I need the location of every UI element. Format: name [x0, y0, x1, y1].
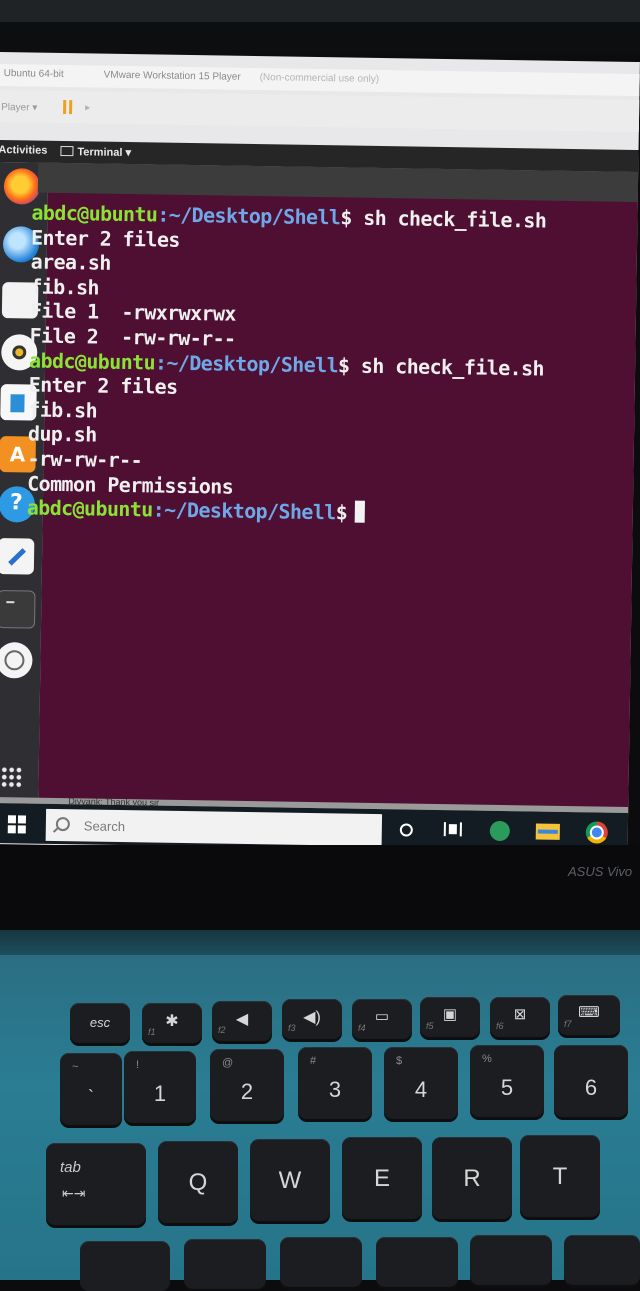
key-1[interactable]: ! 1	[124, 1051, 196, 1123]
vmware-toolbar: Player ▾ ▸	[0, 89, 640, 133]
terminal-menu-label: Terminal ▾	[77, 146, 132, 160]
backtick-key[interactable]: ~ `	[60, 1053, 122, 1125]
prompt-user: abdc@ubuntu	[26, 495, 153, 522]
key-e[interactable]: E	[342, 1137, 422, 1219]
app-icon[interactable]	[489, 820, 510, 842]
firefox-icon[interactable]	[3, 168, 41, 205]
key-label: Q	[188, 1169, 208, 1196]
display-icon: ▭	[374, 1008, 390, 1025]
key-s[interactable]	[184, 1239, 266, 1289]
prompt-path: :~/Desktop/Shell	[154, 350, 339, 377]
key-label: E	[373, 1165, 390, 1192]
terminal-window[interactable]: abdc@ubuntu:~/Desktop/Shell$ sh check_fi…	[27, 162, 639, 812]
prompt-path: :~/Desktop/Shell	[152, 497, 336, 525]
terminal-output[interactable]: abdc@ubuntu:~/Desktop/Shell$ sh check_fi…	[27, 201, 632, 530]
volume-down-icon: ◀	[235, 1011, 249, 1028]
esc-key[interactable]: esc	[70, 1003, 130, 1043]
key-t[interactable]: T	[520, 1135, 600, 1217]
key-3[interactable]: #3	[298, 1047, 372, 1119]
key-shift-label: ~	[72, 1061, 79, 1073]
send-keys-icon[interactable]: ▸	[85, 102, 90, 113]
terminal-icon[interactable]	[0, 590, 36, 629]
key-label: `	[88, 1087, 94, 1107]
key-label: 1	[153, 1081, 167, 1106]
brightness-icon: ▣	[442, 1006, 458, 1023]
f2-volume-down-key[interactable]: f2 ◀	[212, 1001, 272, 1041]
vm-title-license: (Non-commercial use only)	[259, 72, 380, 85]
key-label: 6	[584, 1075, 598, 1100]
pause-icon[interactable]	[63, 100, 73, 114]
mute-icon: ✱	[165, 1013, 179, 1030]
cortana-icon[interactable]	[399, 823, 413, 837]
f5-key[interactable]: f5 ▣	[420, 997, 480, 1037]
key-label: R	[463, 1165, 481, 1192]
activities-button[interactable]: Activities	[0, 144, 47, 157]
key-6[interactable]: 6	[554, 1045, 628, 1117]
key-shift-label: %	[482, 1053, 492, 1065]
software-updater-icon[interactable]	[0, 642, 33, 679]
key-label: T	[552, 1163, 568, 1190]
f3-volume-up-key[interactable]: f3 ◀)	[282, 999, 342, 1039]
f6-key[interactable]: f6 ⊠	[490, 997, 550, 1037]
laptop-screen: Ubuntu 64-bit VMware Workstation 15 Play…	[0, 52, 640, 854]
key-g[interactable]	[470, 1235, 552, 1285]
search-placeholder: Search	[83, 818, 126, 835]
command-text: $	[335, 500, 348, 525]
wall-background	[0, 0, 640, 22]
key-label: esc	[89, 1015, 111, 1030]
key-shift-label: @	[222, 1057, 234, 1069]
keyboard-light-icon: ⌨	[578, 1004, 600, 1021]
key-label: 2	[240, 1079, 254, 1104]
key-q[interactable]: Q	[158, 1141, 238, 1223]
key-a[interactable]	[80, 1241, 170, 1291]
terminal-mini-icon	[60, 145, 74, 157]
key-5[interactable]: % 5	[470, 1045, 544, 1117]
prompt-user: abdc@ubuntu	[28, 348, 156, 375]
vm-title-os: Ubuntu 64-bit	[3, 68, 64, 81]
key-w[interactable]: W	[250, 1139, 330, 1221]
file-explorer-icon[interactable]	[535, 823, 560, 840]
f7-key[interactable]: f7 ⌨	[558, 995, 620, 1035]
key-label: W	[278, 1167, 302, 1194]
player-menu[interactable]: Player ▾	[1, 102, 37, 114]
key-label: 4	[414, 1077, 428, 1102]
windows-start-icon[interactable]	[7, 815, 27, 834]
laptop-brand: ASUS Vivo	[568, 864, 633, 879]
key-2[interactable]: @2	[210, 1049, 284, 1121]
key-shift-label: !	[136, 1059, 140, 1071]
key-label: tab	[60, 1159, 81, 1176]
key-shift-label: $	[396, 1055, 403, 1067]
key-label: 3	[328, 1077, 342, 1102]
text-editor-icon[interactable]	[0, 538, 35, 575]
prompt-path: :~/Desktop/Shell	[157, 202, 341, 230]
command-text: $ sh check_file.sh	[337, 352, 545, 381]
key-h[interactable]	[564, 1235, 640, 1285]
tab-arrows-icon: ⇤⇥	[62, 1185, 86, 1201]
laptop-top-bezel	[0, 0, 640, 55]
key-label: 5	[500, 1075, 514, 1100]
key-r[interactable]: R	[432, 1137, 512, 1219]
tab-key[interactable]: tab ⇤⇥	[46, 1143, 146, 1225]
keyboard-deck: esc f1 ✱ f2 ◀ f3 ◀) f4 ▭ f5 ▣ f6 ⊠ f7 ⌨ ~ ` ! 1 @…	[0, 955, 640, 1291]
text-cursor	[355, 500, 366, 523]
vm-title-app: VMware Workstation 15 Player	[103, 69, 241, 83]
terminal-app-menu[interactable]: Terminal ▾	[60, 145, 131, 159]
key-4[interactable]: $4	[384, 1047, 458, 1119]
task-view-icon[interactable]	[443, 822, 462, 837]
f1-mute-key[interactable]: f1 ✱	[142, 1003, 202, 1043]
key-shift-label: #	[310, 1055, 317, 1067]
volume-up-icon: ◀)	[303, 1009, 321, 1026]
touchpad-icon: ⊠	[513, 1006, 527, 1023]
search-icon	[55, 816, 70, 832]
f4-key[interactable]: f4 ▭	[352, 999, 412, 1039]
prompt-user: abdc@ubuntu	[31, 200, 158, 227]
show-applications-icon[interactable]	[0, 766, 23, 789]
command-text: $ sh check_file.sh	[340, 205, 547, 233]
taskbar-search-input[interactable]: Search	[45, 808, 383, 847]
chrome-icon[interactable]	[585, 821, 608, 844]
